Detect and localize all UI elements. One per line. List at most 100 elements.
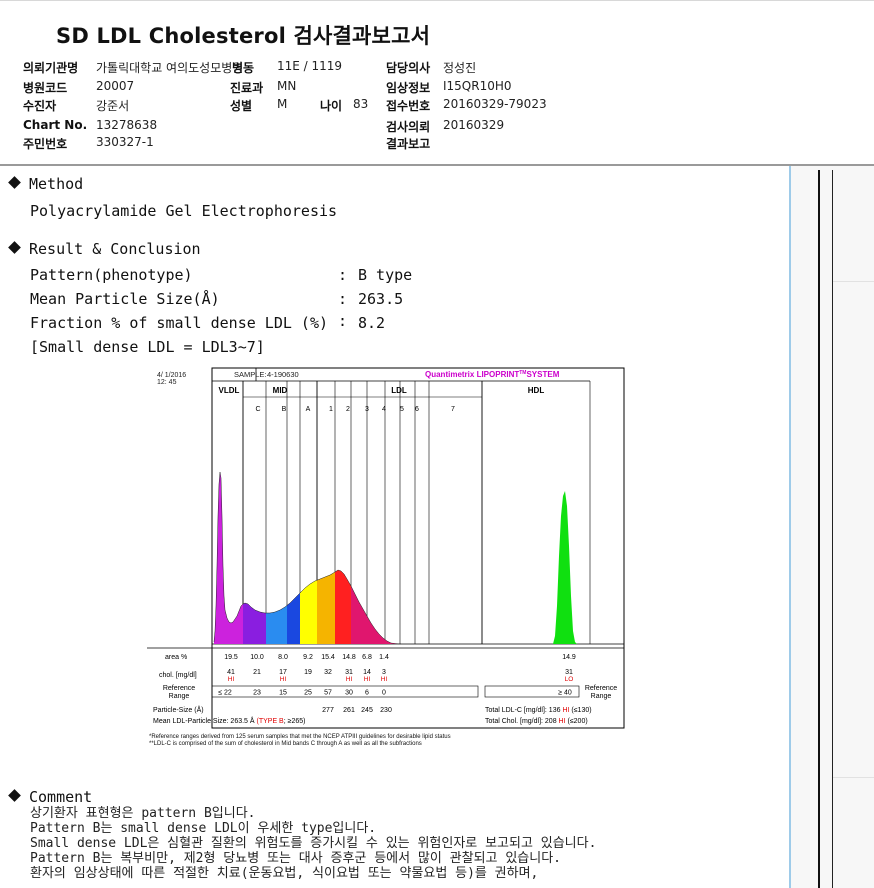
result-value-pattern: B type	[358, 266, 413, 284]
report-title: SD LDL Cholesterol 검사결과보고서	[56, 24, 431, 48]
ref-value: ≤ 22	[218, 690, 232, 697]
chol-flag: HI	[228, 676, 235, 683]
group-label: MID	[273, 386, 288, 395]
ref-value: 6	[365, 690, 369, 697]
id-label: 주민번호	[23, 137, 68, 151]
result-value-fraction: 8.2	[358, 314, 386, 332]
comment-line: Pattern B는 복부비만, 제2형 당뇨병 또는 대사 증후군 등에서 많…	[30, 851, 561, 866]
group-label: LDL	[391, 386, 407, 395]
particle-size-value: 277	[322, 707, 334, 714]
result-colon: :	[338, 312, 348, 330]
inst-value: 가톨릭대학교 여의도성모병원	[96, 61, 244, 75]
clinical-label: 임상정보	[386, 81, 431, 95]
result-label-pattern: Pattern(phenotype)	[30, 266, 193, 284]
name-label: 수진자	[23, 99, 57, 113]
total-ldl-line: Total LDL-C [mg/dl]: 136 HI (≤130)	[485, 707, 592, 714]
particle-size-value: 230	[380, 707, 392, 714]
code-value: 20007	[96, 79, 135, 93]
chol-value: 41	[227, 669, 235, 676]
chart-time: 12: 45	[157, 379, 177, 386]
gutter-divider	[833, 281, 874, 282]
band-label: 5	[400, 406, 404, 413]
method-heading: Method	[8, 175, 83, 193]
comment-heading: Comment	[8, 788, 92, 806]
particle-size-value: 261	[343, 707, 355, 714]
id-value: 330327-1	[96, 135, 154, 149]
report-header: SD LDL Cholesterol 검사결과보고서 의뢰기관명 가톨릭대학교 …	[0, 0, 874, 166]
dept-label: 진료과	[230, 81, 264, 95]
area-value: 14.8	[342, 654, 356, 661]
group-label: VLDL	[219, 386, 240, 395]
ref-value: 23	[253, 690, 261, 697]
sex-label: 성별	[230, 99, 253, 113]
chol-row-label: chol. [mg/dl]	[159, 672, 197, 679]
band-label: 6	[415, 406, 419, 413]
result-heading: Result & Conclusion	[8, 240, 201, 258]
area-value: 6.8	[362, 654, 372, 661]
chol-value: 19	[304, 669, 312, 676]
doctor-label: 담당의사	[386, 61, 431, 75]
chol-value: 14	[363, 669, 371, 676]
result-label-size: Mean Particle Size(Å)	[30, 290, 220, 308]
band-label: C	[255, 406, 260, 413]
chart-date: 4/ 1/2016	[157, 372, 186, 379]
area-value: 9.2	[303, 654, 313, 661]
ref-value: 30	[345, 690, 353, 697]
area-row-label: area %	[165, 654, 187, 661]
receipt-value: 20160329-79023	[443, 97, 547, 111]
gutter-divider	[833, 777, 874, 778]
vertical-rule	[818, 170, 820, 888]
ref-value: 57	[324, 690, 332, 697]
area-value: 14.9	[562, 654, 576, 661]
band-label: 3	[365, 406, 369, 413]
ward-label: 병동	[232, 61, 255, 75]
total-chol-line: Total Chol. [mg/dl]: 208 HI (≤200)	[485, 718, 588, 725]
particle-size-label: Particle-Size (Å)	[153, 705, 204, 714]
ward-value: 11E / 1119	[277, 59, 343, 73]
top-border	[0, 0, 874, 7]
chol-flag: HI	[346, 676, 353, 683]
area-value: 1.4	[379, 654, 389, 661]
ref-row-label-right: Range	[591, 693, 612, 700]
ldl2-area	[317, 572, 335, 644]
band-label: 4	[382, 406, 386, 413]
result-colon: :	[338, 266, 348, 284]
footnote-2: **LDL-C is comprised of the sum of chole…	[149, 741, 422, 747]
ref-row-label: Reference	[163, 685, 195, 692]
chol-flag: HI	[381, 676, 388, 683]
band-label: A	[306, 406, 311, 413]
clinical-value: I15QR10H0	[443, 79, 512, 93]
ref-value: 0	[382, 690, 386, 697]
diamond-bullet-icon	[8, 176, 21, 189]
result-value-size: 263.5	[358, 290, 404, 308]
ref-value: 25	[304, 690, 312, 697]
method-text: Polyacrylamide Gel Electrophoresis	[30, 202, 338, 220]
area-value: 10.0	[250, 654, 264, 661]
comment-line: Small dense LDL은 심혈관 질환의 위험도를 증가시킬 수 있는 …	[30, 836, 597, 851]
dept-value: MN	[277, 79, 297, 93]
chol-flag: HI	[280, 676, 287, 683]
lipoprint-chart: 4/ 1/2016 12: 45 SAMPLE: 4-190630 Quanti…	[145, 366, 627, 749]
sample-label: SAMPLE:	[234, 370, 267, 379]
age-label: 나이	[320, 99, 343, 113]
chol-value: 17	[279, 669, 287, 676]
chol-flag: LO	[565, 676, 574, 683]
chol-flag: HI	[364, 676, 371, 683]
mean-size-line: Mean LDL-Particle Size: 263.5 Å (TYPE B;…	[153, 716, 305, 725]
request-date-label: 검사의뢰	[386, 120, 431, 134]
band-label: 2	[346, 406, 350, 413]
comment-line: 환자의 임상상태에 따른 적절한 치료(운동요법, 식이요법 또는 약물요법 등…	[30, 866, 539, 881]
chol-value: 21	[253, 669, 261, 676]
chol-value: 31	[345, 669, 353, 676]
vertical-rule	[832, 170, 833, 888]
chol-value: 31	[565, 669, 573, 676]
inst-label: 의뢰기관명	[23, 61, 79, 75]
area-value: 15.4	[321, 654, 335, 661]
name-value: 강준서	[96, 99, 130, 113]
request-date-value: 20160329	[443, 118, 505, 132]
band-label: B	[282, 406, 287, 413]
ref-row-label-right: Reference	[585, 685, 617, 692]
chart-no-label: Chart No.	[23, 118, 88, 132]
band-label: 1	[329, 406, 333, 413]
comment-line: 상기환자 표현형은 pattern B입니다.	[30, 806, 256, 821]
